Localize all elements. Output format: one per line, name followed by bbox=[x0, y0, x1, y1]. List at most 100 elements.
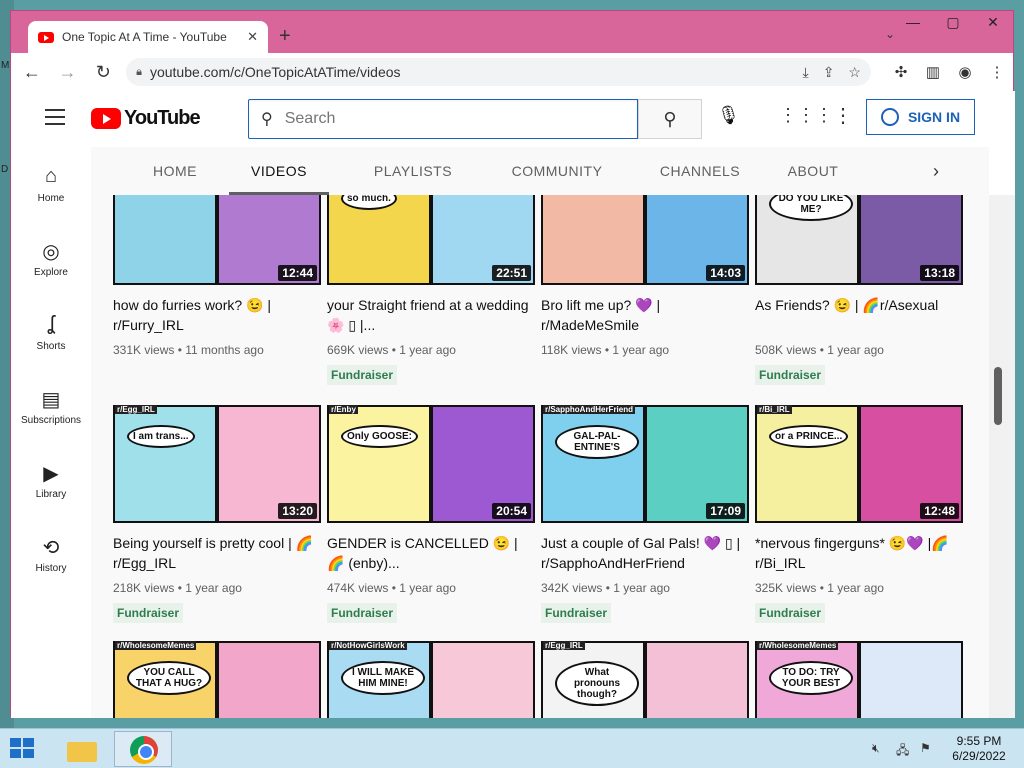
bookmark-star-icon[interactable]: ☆ bbox=[848, 64, 861, 81]
sidebar-item-explore[interactable]: ◎ Explore bbox=[11, 221, 91, 295]
fundraiser-badge: Fundraiser bbox=[327, 365, 398, 385]
video-card[interactable]: 12:44 how do furries work? 😉 | r/Furry_IR… bbox=[113, 195, 321, 357]
video-thumbnail[interactable]: r/Enby Only GOOSE: 20:54 bbox=[327, 405, 535, 523]
video-card[interactable]: r/Egg_IRL I am trans... 13:20 Being yoursel… bbox=[113, 405, 321, 623]
video-title[interactable]: Bro lift me up? 💜 | r/MadeMeSmile bbox=[541, 295, 749, 335]
menu-icon[interactable]: ⋮ bbox=[981, 63, 1013, 81]
video-thumbnail[interactable]: r/WholesomeMemes TO DO: TRY YOUR BEST bbox=[755, 641, 963, 718]
page-scrollbar[interactable] bbox=[989, 195, 1015, 718]
video-title[interactable]: As Friends? 😉 | 🌈r/Asexual bbox=[755, 295, 963, 335]
maximize-button[interactable]: ▢ bbox=[933, 11, 973, 33]
video-thumbnail[interactable]: r/SapphoAndHerFriend GAL-PAL-ENTINE'S 17:0… bbox=[541, 405, 749, 523]
address-bar[interactable]: 🔒︎ youtube.com/c/OneTopicAtATime/videos … bbox=[126, 58, 871, 86]
video-thumbnail[interactable]: so much. 22:51 bbox=[327, 195, 535, 285]
forward-button[interactable]: → bbox=[53, 62, 83, 83]
video-thumbnail[interactable]: r/Egg_IRL What pronouns though? bbox=[541, 641, 749, 718]
browser-tab-youtube[interactable]: One Topic At A Time - YouTube ✕ bbox=[28, 21, 268, 53]
video-thumbnail[interactable]: 12:44 bbox=[113, 195, 321, 285]
video-thumbnail[interactable]: DO YOU LIKE ME? 13:18 bbox=[755, 195, 963, 285]
video-card[interactable]: r/WholesomeMemes TO DO: TRY YOUR BEST bbox=[755, 641, 963, 718]
minimize-button[interactable]: — bbox=[893, 11, 933, 33]
sidebar-item-shorts[interactable]: ʆ Shorts bbox=[11, 295, 91, 369]
video-title[interactable]: how do furries work? 😉 | r/Furry_IRL bbox=[113, 295, 321, 335]
tabs-next-chevron-icon[interactable]: › bbox=[933, 147, 939, 195]
video-title[interactable]: GENDER is CANCELLED 😉 | 🌈 (enby)... bbox=[327, 533, 535, 573]
tab-about[interactable]: ABOUT bbox=[773, 147, 853, 195]
profile-icon[interactable]: ◉ bbox=[949, 63, 981, 81]
video-thumbnail[interactable]: r/Egg_IRL I am trans... 13:20 bbox=[113, 405, 321, 523]
tab-playlists[interactable]: PLAYLISTS bbox=[355, 147, 471, 195]
settings-more-icon[interactable]: ⋮ bbox=[833, 103, 853, 128]
video-duration: 12:48 bbox=[920, 503, 959, 519]
thumbnail-panel bbox=[645, 641, 749, 718]
video-title[interactable]: Being yourself is pretty cool | 🌈r/Egg_I… bbox=[113, 533, 321, 573]
search-button[interactable]: ⚲ bbox=[638, 99, 702, 139]
video-card[interactable]: r/Egg_IRL What pronouns though? bbox=[541, 641, 749, 718]
reload-button[interactable]: ↻ bbox=[88, 62, 118, 83]
tab-home[interactable]: HOME bbox=[135, 147, 215, 195]
thumbnail-speech-bubble: YOU CALL THAT A HUG? bbox=[127, 661, 211, 695]
side-panel-icon[interactable]: ▥ bbox=[917, 63, 949, 81]
back-button[interactable]: ← bbox=[17, 62, 47, 83]
clock[interactable]: 9:55 PM 6/29/2022 bbox=[944, 734, 1014, 764]
new-tab-button[interactable]: + bbox=[279, 25, 291, 48]
video-card[interactable]: r/WholesomeMemes YOU CALL THAT A HUG? bbox=[113, 641, 321, 718]
video-card[interactable]: DO YOU LIKE ME? 13:18 As Friends? 😉 | 🌈r/A… bbox=[755, 195, 963, 385]
sign-in-button[interactable]: SIGN IN bbox=[866, 99, 975, 135]
clock-time: 9:55 PM bbox=[956, 734, 1002, 748]
meta-separator: • bbox=[816, 343, 828, 357]
video-card[interactable]: so much. 22:51 your Straight friend at a w… bbox=[327, 195, 535, 385]
tab-community[interactable]: COMMUNITY bbox=[487, 147, 627, 195]
search-box[interactable]: ⚲ bbox=[248, 99, 638, 139]
apps-grid-icon[interactable]: ⋮⋮⋮ bbox=[779, 105, 833, 126]
video-card[interactable]: r/NotHowGirlsWork I WILL MAKE HIM MINE! bbox=[327, 641, 535, 718]
download-icon[interactable]: ⤓ bbox=[802, 64, 808, 81]
lock-icon[interactable]: 🔒︎ bbox=[136, 66, 142, 79]
sidebar-item-subscriptions[interactable]: ▤ Subscriptions bbox=[11, 369, 91, 443]
youtube-logo[interactable]: YouTube bbox=[91, 107, 201, 130]
video-card[interactable]: r/Enby Only GOOSE: 20:54 GENDER is CANCELLE… bbox=[327, 405, 535, 623]
share-icon[interactable]: ⇪ bbox=[823, 64, 835, 81]
sidebar-item-library[interactable]: ▶ Library bbox=[11, 443, 91, 517]
chrome-taskbar-icon[interactable] bbox=[114, 731, 172, 767]
view-count: 118K views bbox=[541, 343, 602, 357]
volume-muted-icon[interactable]: 🔇︎ bbox=[872, 741, 896, 762]
video-title[interactable]: *nervous fingerguns* 😉💜 |🌈 r/Bi_IRL bbox=[755, 533, 963, 573]
video-thumbnail[interactable]: r/Bi_IRL or a PRINCE... 12:48 bbox=[755, 405, 963, 523]
hamburger-menu-icon[interactable] bbox=[45, 109, 65, 130]
network-icon[interactable]: 🖧 bbox=[896, 741, 920, 762]
video-card[interactable]: r/SapphoAndHerFriend GAL-PAL-ENTINE'S 17:0… bbox=[541, 405, 749, 623]
video-duration: 13:20 bbox=[278, 503, 317, 519]
tab-close-icon[interactable]: ✕ bbox=[247, 29, 258, 45]
tab-videos[interactable]: VIDEOS bbox=[229, 147, 329, 195]
sidebar-item-history[interactable]: ⟲ History bbox=[11, 517, 91, 591]
file-explorer-icon[interactable] bbox=[62, 734, 102, 764]
guide-sidebar: ⌂ Home ◎ Explore ʆ Shorts ▤ Subscriptions ▶ Libra… bbox=[11, 147, 91, 718]
video-thumbnail[interactable]: r/NotHowGirlsWork I WILL MAKE HIM MINE! bbox=[327, 641, 535, 718]
taskbar: 🔇︎ 🖧 ⚑ 9:55 PM 6/29/2022 bbox=[0, 728, 1024, 768]
video-card[interactable]: r/Bi_IRL or a PRINCE... 12:48 *nervous fing… bbox=[755, 405, 963, 623]
video-thumbnail[interactable]: 14:03 bbox=[541, 195, 749, 285]
video-title[interactable]: your Straight friend at a wedding🌸 ▯ |..… bbox=[327, 295, 535, 335]
window-controls: — ▢ ✕ bbox=[893, 11, 1013, 33]
thumbnail-subreddit-tag: r/Egg_IRL bbox=[115, 405, 157, 414]
thumbnail-subreddit-tag: r/WholesomeMemes bbox=[757, 641, 839, 650]
tab-channels[interactable]: CHANNELS bbox=[641, 147, 759, 195]
sidebar-item-home[interactable]: ⌂ Home bbox=[11, 147, 91, 221]
windows-start-icon[interactable] bbox=[10, 738, 36, 760]
thumbnail-speech-bubble: or a PRINCE... bbox=[769, 425, 849, 448]
sidebar-item-label: Home bbox=[37, 192, 65, 204]
action-center-icon[interactable]: ⚑ bbox=[920, 741, 944, 762]
search-input[interactable] bbox=[284, 110, 625, 128]
video-metadata: 342K views • 1 year ago bbox=[541, 581, 749, 595]
scrollbar-thumb[interactable] bbox=[994, 367, 1002, 425]
extensions-icon[interactable]: ✣ bbox=[885, 63, 917, 81]
video-thumbnail[interactable]: r/WholesomeMemes YOU CALL THAT A HUG? bbox=[113, 641, 321, 718]
microphone-icon[interactable]: 🎙︎ bbox=[717, 105, 740, 126]
close-window-button[interactable]: ✕ bbox=[973, 11, 1013, 33]
fundraiser-badge: Fundraiser bbox=[755, 603, 826, 623]
video-card[interactable]: 14:03 Bro lift me up? 💜 | r/MadeMeSmile 11… bbox=[541, 195, 749, 357]
url-text[interactable]: youtube.com/c/OneTopicAtATime/videos bbox=[150, 64, 789, 80]
video-title[interactable]: Just a couple of Gal Pals! 💜 ▯ | r/Sapph… bbox=[541, 533, 749, 573]
upload-age: 1 year ago bbox=[827, 581, 884, 595]
